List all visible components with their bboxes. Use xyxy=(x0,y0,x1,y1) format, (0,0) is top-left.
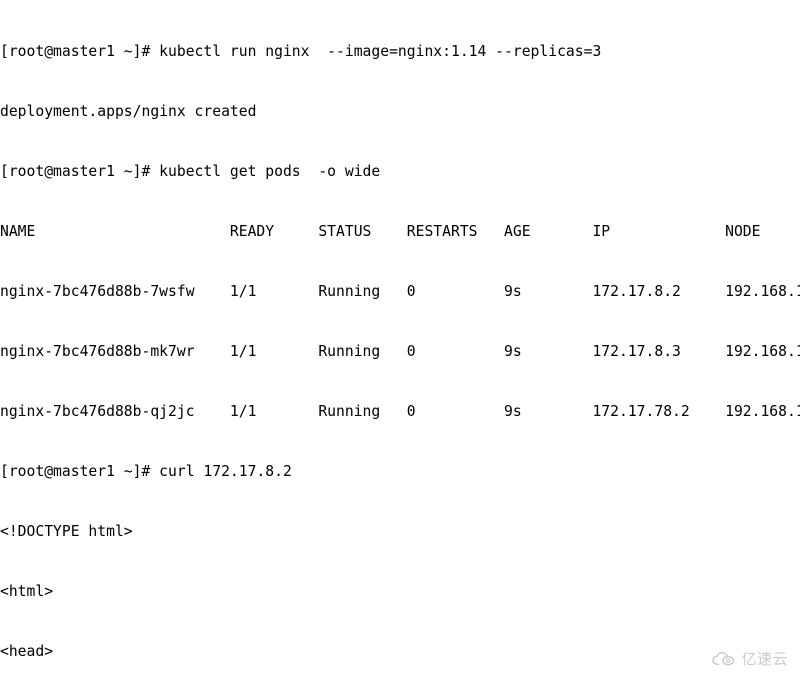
pods-table-row: nginx-7bc476d88b-mk7wr 1/1 Running 0 9s … xyxy=(0,343,800,360)
terminal-screen[interactable]: [root@master1 ~]# kubectl run nginx --im… xyxy=(0,2,800,677)
terminal-line: [root@master1 ~]# curl 172.17.8.2 xyxy=(0,463,292,480)
pods-table-header-row: NAME READY STATUS RESTARTS AGE IP NODE xyxy=(0,223,761,240)
pods-table-row: nginx-7bc476d88b-qj2jc 1/1 Running 0 9s … xyxy=(0,403,800,420)
terminal-line: <!DOCTYPE html> xyxy=(0,523,133,540)
terminal-line: [root@master1 ~]# kubectl get pods -o wi… xyxy=(0,163,381,180)
terminal-line: [root@master1 ~]# kubectl run nginx --im… xyxy=(0,43,602,60)
terminal-window[interactable]: [root@master1 ~]# kubectl run nginx --im… xyxy=(0,0,800,677)
pods-table-row: nginx-7bc476d88b-7wsfw 1/1 Running 0 9s … xyxy=(0,283,800,300)
terminal-line: <head> xyxy=(0,643,54,660)
terminal-line: deployment.apps/nginx created xyxy=(0,103,257,120)
terminal-line: <html> xyxy=(0,583,54,600)
